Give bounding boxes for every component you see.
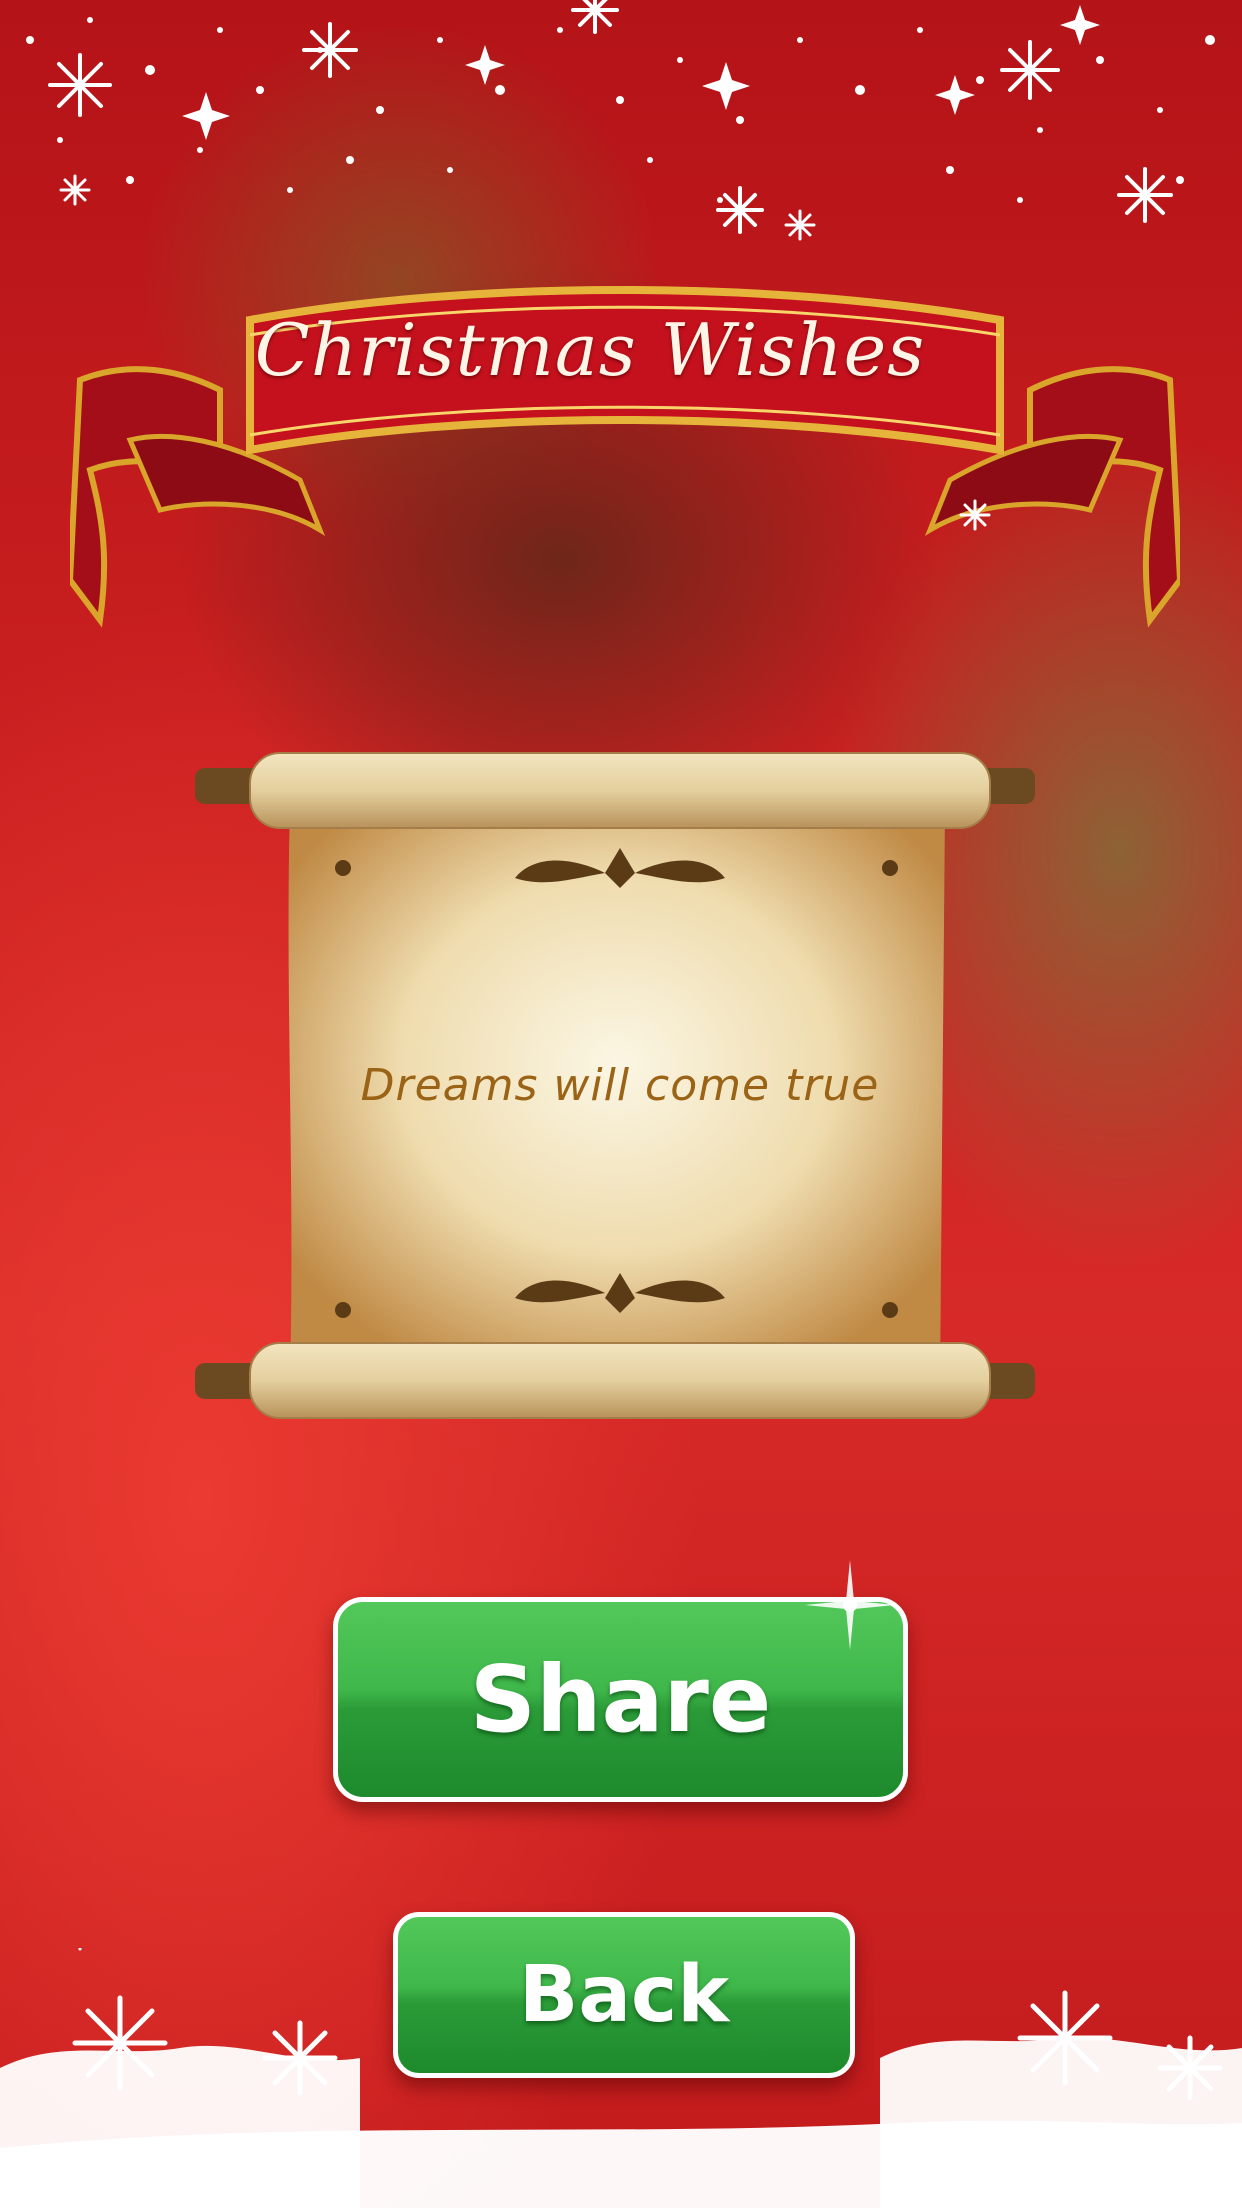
sparkle-icon — [805, 1560, 895, 1650]
page-title: Christmas Wishes — [254, 308, 926, 392]
wish-message: Dreams will come true — [360, 1059, 880, 1111]
snow-top-decoration — [26, 0, 1215, 241]
snow-bottom-decoration — [0, 1948, 1242, 2208]
